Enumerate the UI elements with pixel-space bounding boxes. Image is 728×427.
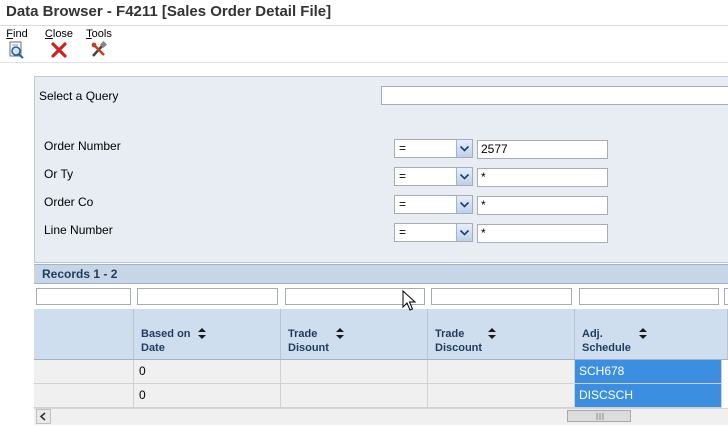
order-company-input[interactable]: *	[477, 196, 608, 215]
order-company-label: Order Co	[44, 195, 94, 209]
order-number-operator[interactable]: =	[394, 139, 473, 158]
table-cell[interactable]: 0	[134, 384, 281, 408]
mouse-cursor-icon	[402, 290, 416, 311]
order-type-operator[interactable]: =	[394, 167, 473, 186]
filter-input-next[interactable]	[724, 288, 728, 305]
operator-value: =	[399, 197, 407, 211]
tools-button[interactable]: Tools	[84, 28, 114, 59]
operator-value: =	[399, 225, 407, 239]
order-number-input[interactable]: 2577	[477, 140, 608, 159]
tools-icon	[91, 41, 108, 57]
column-title-line2: Discount	[435, 342, 483, 354]
chevron-down-icon[interactable]	[456, 168, 472, 185]
column-header-adj-schedule[interactable]: Adj. Schedule	[575, 309, 728, 360]
chevron-down-icon[interactable]	[456, 196, 472, 213]
column-title-line2: Disount	[288, 342, 329, 354]
table-cell-adj-schedule[interactable]: SCH678	[575, 360, 722, 384]
table-cell[interactable]: 0	[134, 360, 281, 384]
column-title-line1: Adj.	[582, 328, 603, 340]
table-cell-adj-schedule[interactable]: DISCSCH	[575, 384, 722, 408]
table-cell[interactable]	[428, 360, 575, 384]
select-query-label: Select a Query	[39, 89, 119, 103]
column-header-based-on-date[interactable]: Based on Date	[134, 309, 281, 360]
sort-arrows-icon[interactable]	[488, 328, 496, 339]
find-button[interactable]: Find	[5, 28, 29, 59]
title-divider	[0, 25, 728, 26]
filter-input-based-on-date[interactable]	[137, 288, 278, 305]
column-header-trade-discount[interactable]: Trade Discount	[428, 309, 575, 360]
column-header-trade-disount[interactable]: Trade Disount	[281, 309, 428, 360]
operator-value: =	[399, 169, 407, 183]
close-button[interactable]: Close	[44, 28, 74, 59]
table-cell[interactable]	[281, 384, 428, 408]
column-title-line1: Trade	[435, 328, 465, 340]
records-count: Records 1 - 2	[42, 267, 118, 281]
close-label: Close	[44, 28, 74, 40]
find-label: Find	[6, 28, 28, 40]
sort-arrows-icon[interactable]	[336, 328, 344, 339]
line-number-input[interactable]: *	[477, 224, 608, 243]
column-title-line2: Schedule	[582, 342, 631, 354]
grip-icon	[596, 413, 604, 420]
filter-input-col1[interactable]	[36, 288, 131, 305]
column-title-line1: Trade	[288, 328, 318, 340]
find-icon	[9, 41, 24, 59]
close-x-icon	[51, 42, 67, 58]
table-cell[interactable]	[34, 360, 134, 384]
table-cell[interactable]	[281, 360, 428, 384]
chevron-down-icon[interactable]	[456, 224, 472, 241]
order-type-label: Or Ty	[44, 167, 74, 181]
line-number-operator[interactable]: =	[394, 223, 473, 242]
order-type-input[interactable]: *	[477, 168, 608, 187]
order-company-operator[interactable]: =	[394, 195, 473, 214]
order-number-label: Order Number	[44, 139, 121, 153]
line-number-label: Line Number	[44, 223, 113, 237]
column-title-line1: Based on	[141, 328, 191, 340]
records-header	[34, 264, 728, 284]
sort-arrows-icon[interactable]	[198, 328, 206, 339]
arrow-left-icon[interactable]	[36, 409, 51, 424]
window-title: Data Browser - F4211 [Sales Order Detail…	[6, 3, 332, 20]
toolbar-divider	[0, 62, 728, 63]
sort-arrows-icon[interactable]	[639, 328, 647, 339]
operator-value: =	[399, 141, 407, 155]
table-cell[interactable]	[428, 384, 575, 408]
select-query-input[interactable]	[381, 86, 728, 105]
tools-label: Tools	[86, 28, 112, 40]
filter-input-trade-discount[interactable]	[431, 288, 572, 305]
table-cell[interactable]	[34, 384, 134, 408]
filter-input-adj-schedule[interactable]	[579, 288, 719, 305]
chevron-down-icon[interactable]	[456, 140, 472, 157]
column-header-select[interactable]	[34, 309, 134, 360]
column-title-line2: Date	[141, 342, 165, 354]
